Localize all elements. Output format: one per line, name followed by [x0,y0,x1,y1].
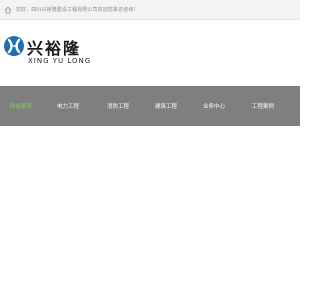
nav-item-project-cases[interactable]: 工程案例 [238,86,288,126]
home-icon[interactable] [4,6,12,14]
site-header: 兴裕隆 XING YU LONG [0,20,300,86]
nav-item-home[interactable]: 网站首页 [0,86,42,126]
nav-item-fire-engineering[interactable]: 消防工程 [94,86,142,126]
nav-item-building-engineering[interactable]: 建筑工程 [142,86,190,126]
xyl-emblem-icon [3,34,27,70]
site-logo[interactable]: 兴裕隆 XING YU LONG [3,34,93,86]
main-nav: 网站首页 电力工程 消防工程 建筑工程 业务中心 工程案例 [0,86,300,126]
top-info-bar: 您好，四川兴裕隆建设工程有限公司欢迎您来访咨询! [0,0,300,20]
logo-name-en: XING YU LONG [28,57,92,65]
logo-name-cn: 兴裕隆 [27,39,82,58]
nav-item-business-center[interactable]: 业务中心 [190,86,238,126]
welcome-text: 您好，四川兴裕隆建设工程有限公司欢迎您来访咨询! [16,7,136,13]
nav-item-power-engineering[interactable]: 电力工程 [42,86,94,126]
